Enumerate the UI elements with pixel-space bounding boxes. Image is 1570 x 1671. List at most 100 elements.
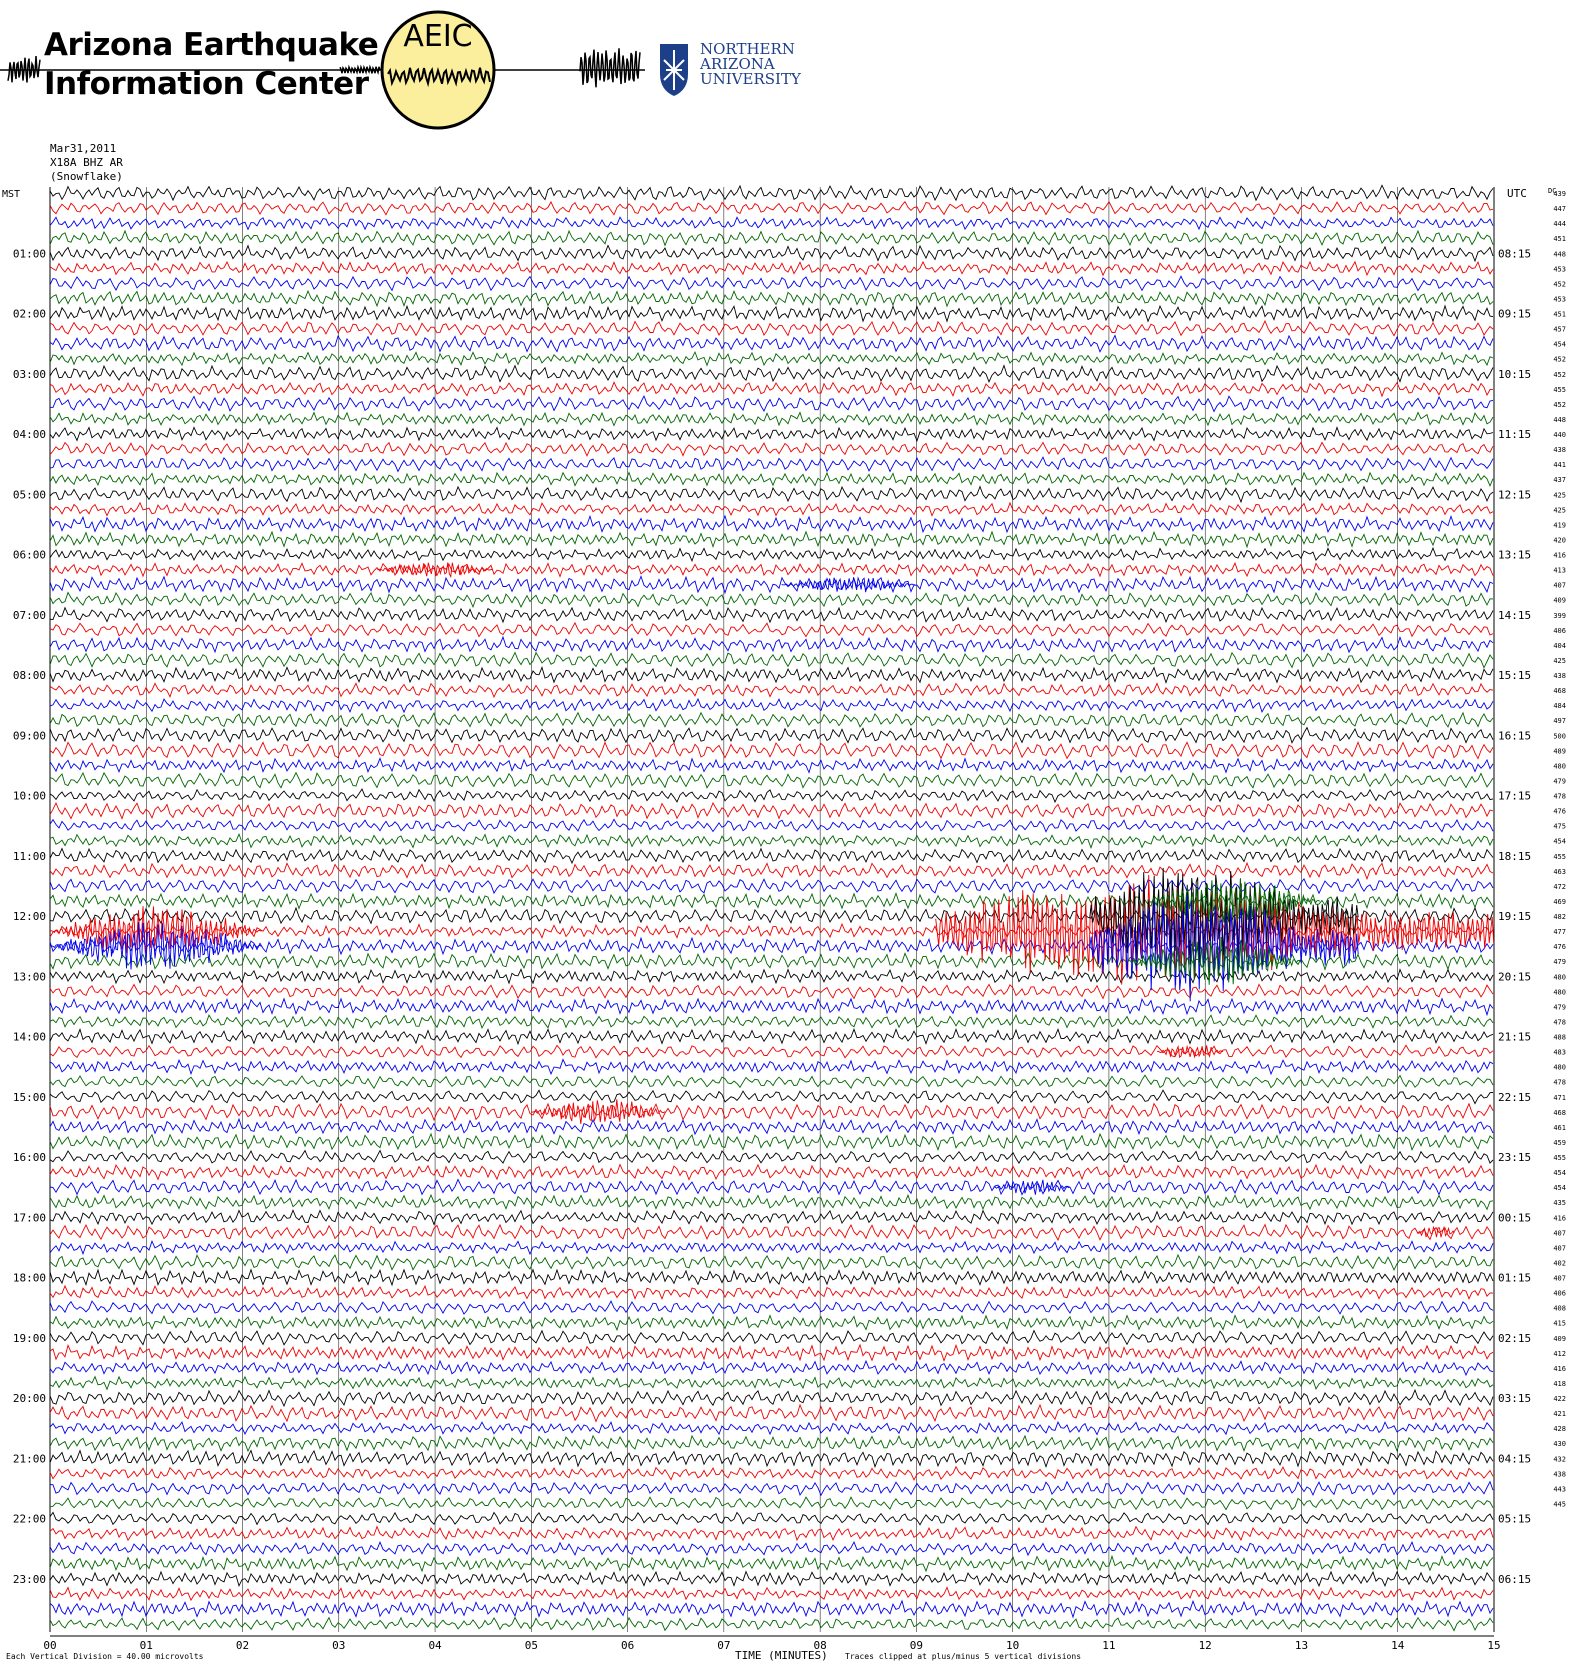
seismic-trace [49,1511,1494,1526]
dc-value-label: 500 [1553,732,1566,740]
clip-footnote: Traces clipped at plus/minus 5 vertical … [845,1652,1081,1661]
dc-value-label: 480 [1553,1064,1566,1072]
seismic-trace [49,1209,1494,1226]
mst-hour-label: 06:00 [13,549,46,562]
seismic-trace [49,635,1494,654]
dc-value-label: 480 [1553,762,1566,770]
dc-value-label: 478 [1553,793,1566,801]
seismic-trace [49,334,1494,353]
seismic-trace [49,1554,1494,1573]
seismic-trace [49,1434,1494,1453]
utc-hour-label: 14:15 [1498,609,1531,622]
dc-value-label: 448 [1553,250,1566,258]
seismic-trace [49,1480,1494,1497]
mst-hour-label: 04:00 [13,428,46,441]
dc-value-label: 418 [1553,1380,1566,1388]
seismic-trace [49,997,1494,1017]
seismic-trace [49,1239,1494,1256]
mst-hour-label: 01:00 [13,247,46,260]
seismic-trace [49,1178,1494,1196]
dc-value-label: 479 [1553,777,1566,785]
seismic-trace [49,651,1494,669]
seismic-trace [49,1541,1494,1557]
seismic-trace [49,1058,1494,1076]
x-tick-label: 01 [140,1639,153,1652]
dc-value-label: 454 [1553,1184,1566,1192]
utc-hour-label: 03:15 [1498,1392,1531,1405]
dc-value-label: 441 [1553,461,1566,469]
seismic-trace [49,395,1494,413]
utc-hour-label: 18:15 [1498,850,1531,863]
dc-value-label: 457 [1553,326,1566,334]
x-tick-label: 02 [236,1639,249,1652]
record-date: Mar31,2011 [50,142,117,155]
utc-hour-label: 20:15 [1498,970,1531,983]
seismic-trace [49,1343,1494,1363]
utc-hour-label: 16:15 [1498,729,1531,742]
dc-value-label: 451 [1553,235,1566,243]
dc-value-label: 425 [1553,506,1566,514]
utc-hour-label: 09:15 [1498,308,1531,321]
dc-value-label: 416 [1553,1365,1566,1373]
dc-value-label: 415 [1553,1320,1566,1328]
trace-group [49,184,1494,1632]
dc-value-label: 443 [1553,1485,1566,1493]
dc-value-label: 448 [1553,416,1566,424]
utc-axis-label: UTC [1507,187,1527,200]
dc-value-label: 404 [1553,642,1566,650]
dc-value-label: 402 [1553,1259,1566,1267]
dc-value-label: 480 [1553,973,1566,981]
dc-value-label: 463 [1553,868,1566,876]
seismic-trace [49,411,1494,427]
seismic-trace [49,1359,1494,1377]
seismic-trace [49,200,1494,216]
utc-hour-label: 22:15 [1498,1091,1531,1104]
seismic-trace [49,892,1494,910]
dc-axis-label: DC [1548,187,1556,195]
dc-value-label: 425 [1553,491,1566,499]
seismic-trace [49,1329,1494,1346]
seismic-trace [49,726,1494,744]
university-name: NORTHERN ARIZONA UNIVERSITY [700,42,801,87]
dc-value-label: 428 [1553,1425,1566,1433]
seismic-trace [49,1388,1494,1408]
org-title-line2: Information Center [44,66,369,102]
seismic-trace [49,1403,1494,1423]
mst-hour-label: 07:00 [13,609,46,622]
dc-value-label: 469 [1553,898,1566,906]
seismic-trace [49,741,1494,760]
dc-value-label: 452 [1553,401,1566,409]
seismic-trace [49,471,1494,487]
seismic-trace [49,968,1494,985]
station-info: Mar31,2011 X18A BHZ AR (Snowflake) [50,142,123,184]
seismic-event-burst [531,1099,666,1125]
dc-value-label: 416 [1553,552,1566,560]
dc-value-label: 476 [1553,808,1566,816]
utc-hour-label: 13:15 [1498,549,1531,562]
dc-value-label: 412 [1553,1350,1566,1358]
mst-hour-label: 16:00 [13,1151,46,1164]
dc-value-label: 407 [1553,1229,1566,1237]
org-title: Arizona Earthquake Information Center [44,26,379,104]
seismic-trace [49,501,1494,517]
dc-value-label: 444 [1553,220,1566,228]
utc-hour-label: 23:15 [1498,1151,1531,1164]
dc-value-label: 438 [1553,672,1566,680]
dc-value-label: 438 [1553,1470,1566,1478]
seismic-trace [49,606,1494,624]
x-tick-label: 12 [1199,1639,1212,1652]
seismic-trace [49,1586,1494,1602]
dc-value-label: 453 [1553,295,1566,303]
seismic-trace [49,514,1494,534]
dc-value-label: 407 [1553,1275,1566,1283]
dc-value-label: 480 [1553,988,1566,996]
seismic-trace [49,847,1494,865]
dc-value-label: 471 [1553,1094,1566,1102]
dc-value-label: 406 [1553,1290,1566,1298]
dc-value-label: 459 [1553,1139,1566,1147]
seismic-trace [49,801,1494,820]
seismic-trace [49,788,1494,804]
dc-value-label: 455 [1553,1154,1566,1162]
dc-value-label: 478 [1553,1018,1566,1026]
mst-hour-label: 11:00 [13,850,46,863]
